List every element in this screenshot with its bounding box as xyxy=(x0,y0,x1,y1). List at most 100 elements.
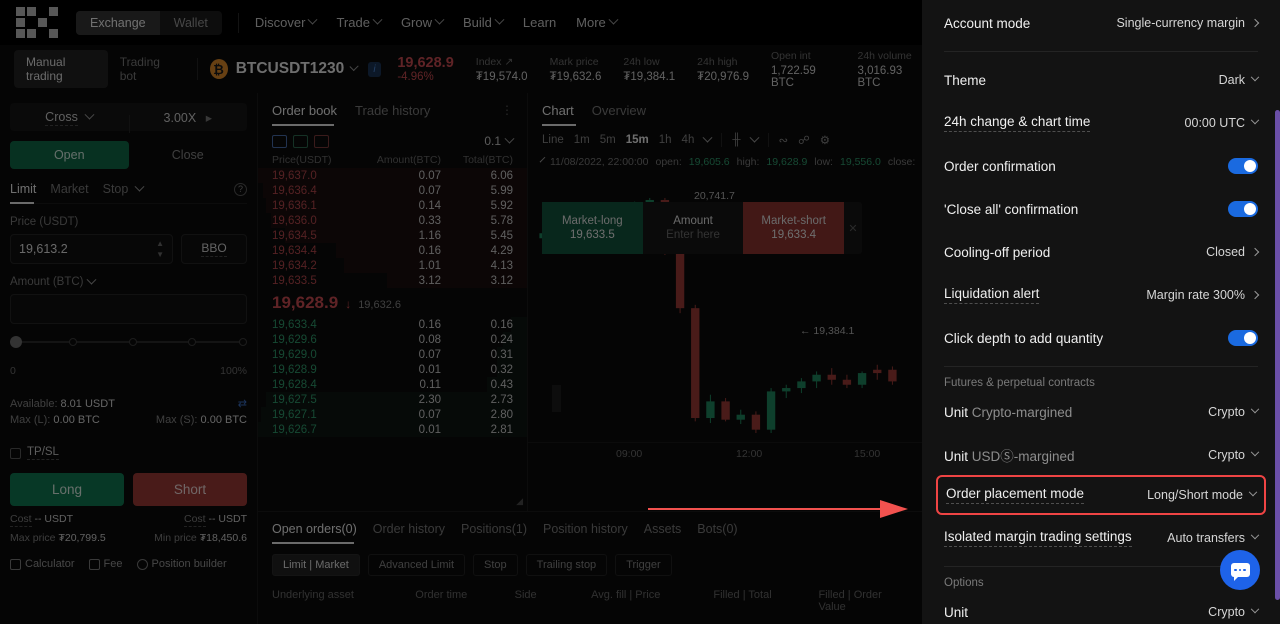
order-book-row[interactable]: 19,627.5 2.30 2.73 xyxy=(258,392,527,407)
panel-menu-icon[interactable]: ⋮ xyxy=(501,103,513,126)
settings-control[interactable]: Closed xyxy=(1206,245,1260,259)
transfer-icon[interactable]: ⇄ xyxy=(238,397,247,410)
nav-item-build[interactable]: Build xyxy=(463,14,505,30)
order-book-row[interactable]: 19,627.1 0.07 2.80 xyxy=(258,407,527,422)
settings-control[interactable] xyxy=(1228,330,1258,346)
tab-overview[interactable]: Overview xyxy=(592,103,646,126)
okx-logo-icon[interactable] xyxy=(16,7,58,38)
market-long-button[interactable]: Market-long 19,633.5 xyxy=(542,202,643,254)
tpsl-checkbox[interactable] xyxy=(10,447,21,459)
exchange-wallet-switch[interactable]: Exchange Wallet xyxy=(76,10,222,35)
candlestick-plot[interactable]: 20,741.7 ← 19,384.1 Market-long 19,633.5… xyxy=(528,172,922,464)
settings-row-order-placement-mode[interactable]: Order placement mode Long/Short mode xyxy=(936,475,1266,515)
settings-control[interactable]: Long/Short mode xyxy=(1147,487,1258,502)
chevron-down-icon[interactable] xyxy=(702,132,713,143)
book-view-asks-icon[interactable] xyxy=(314,134,329,148)
nav-item-discover[interactable]: Discover xyxy=(255,14,318,30)
tab-position-history[interactable]: Position history xyxy=(543,522,628,544)
order-book-row[interactable]: 19,634.2 1.01 4.13 xyxy=(258,258,527,273)
external-link-icon[interactable]: ↗ xyxy=(504,56,513,68)
filter-trailing-stop[interactable]: Trailing stop xyxy=(525,554,608,576)
settings-control[interactable]: Auto transfers xyxy=(1167,530,1260,545)
trading-bot-tab[interactable]: Trading bot xyxy=(108,50,185,88)
manual-trading-tab[interactable]: Manual trading xyxy=(14,50,108,88)
order-book-row[interactable]: 19,636.1 0.14 5.92 xyxy=(258,198,527,213)
order-book-row[interactable]: 19,629.0 0.07 0.31 xyxy=(258,347,527,362)
settings-row-account-mode[interactable]: Account mode Single-currency margin xyxy=(944,3,1260,43)
settings-row-theme[interactable]: Theme Dark xyxy=(944,60,1260,100)
gear-icon[interactable]: ⚙ xyxy=(820,133,830,147)
close-tab[interactable]: Close xyxy=(129,141,248,169)
settings-control[interactable]: Crypto xyxy=(1208,447,1260,462)
order-book-row[interactable]: 19,633.5 3.12 3.12 xyxy=(258,273,527,288)
short-button[interactable]: Short xyxy=(133,473,247,506)
close-icon[interactable]: ✕ xyxy=(844,202,862,254)
tpsl-checkbox-row[interactable]: TP/SL xyxy=(10,446,247,460)
market-short-button[interactable]: Market-short 19,633.4 xyxy=(743,202,845,254)
wallet-tab[interactable]: Wallet xyxy=(160,11,222,35)
settings-control[interactable]: Crypto xyxy=(1208,404,1260,419)
tf-4h[interactable]: 4h xyxy=(682,134,695,146)
tab-bots[interactable]: Bots(0) xyxy=(697,522,737,544)
leverage-selector[interactable]: 3.00X ▸ xyxy=(129,110,248,125)
settings-row-close-all-confirmation[interactable]: 'Close all' confirmation xyxy=(944,189,1258,229)
tab-order-history[interactable]: Order history xyxy=(373,522,445,544)
position-builder-tool[interactable]: Position builder xyxy=(136,558,227,570)
instrument-pair-label[interactable]: BTCUSDT1230 xyxy=(236,60,345,78)
tab-trade-history[interactable]: Trade history xyxy=(355,103,430,126)
settings-control[interactable]: 00:00 UTC xyxy=(1185,115,1260,130)
long-button[interactable]: Long xyxy=(10,473,124,506)
tab-chart[interactable]: Chart xyxy=(542,103,574,126)
tab-positions[interactable]: Positions(1) xyxy=(461,522,527,544)
grouping-selector[interactable]: 0.1 xyxy=(484,133,515,148)
amount-input[interactable] xyxy=(10,294,247,324)
order-book-row[interactable]: 19,628.9 0.01 0.32 xyxy=(258,362,527,377)
order-type-stop[interactable]: Stop xyxy=(103,181,145,196)
order-type-limit[interactable]: Limit xyxy=(10,182,36,196)
filter-advanced-limit[interactable]: Advanced Limit xyxy=(367,554,466,576)
settings-control[interactable] xyxy=(1228,201,1258,217)
tf-1m[interactable]: 1m xyxy=(574,134,590,146)
settings-row-click-depth-to-add-quantity[interactable]: Click depth to add quantity xyxy=(944,318,1258,358)
nav-item-more[interactable]: More xyxy=(576,14,619,30)
tf-line[interactable]: Line xyxy=(542,134,564,146)
fee-tool[interactable]: Fee xyxy=(88,558,123,570)
order-book-row[interactable]: 19,636.0 0.33 5.78 xyxy=(258,213,527,228)
order-book-row[interactable]: 19,636.4 0.07 5.99 xyxy=(258,183,527,198)
order-book-row[interactable]: 19,637.0 0.07 6.06 xyxy=(258,168,527,183)
book-view-bids-icon[interactable] xyxy=(293,134,308,148)
settings-control[interactable]: Margin rate 300% xyxy=(1146,288,1260,302)
settings-scrollbar[interactable] xyxy=(1275,110,1280,600)
toggle-switch[interactable] xyxy=(1228,330,1258,346)
settings-row-unit[interactable]: Unit USDⓈ-margined Crypto xyxy=(944,435,1260,475)
nav-item-trade[interactable]: Trade xyxy=(336,14,383,30)
indicator-wave-icon[interactable]: ∾ xyxy=(779,133,789,147)
help-icon[interactable]: ? xyxy=(234,182,247,196)
settings-control[interactable] xyxy=(1228,158,1258,174)
settings-row-order-confirmation[interactable]: Order confirmation xyxy=(944,146,1258,186)
chevron-down-icon[interactable] xyxy=(749,132,759,143)
tab-order-book[interactable]: Order book xyxy=(272,103,337,126)
stepper-icon[interactable]: ▲ ▼ xyxy=(156,239,164,259)
order-book-row[interactable]: 19,629.6 0.08 0.24 xyxy=(258,332,527,347)
open-tab[interactable]: Open xyxy=(10,141,129,169)
toggle-switch[interactable] xyxy=(1228,158,1258,174)
layers-icon[interactable]: ☍ xyxy=(798,133,810,147)
settings-row-unit[interactable]: Unit Crypto xyxy=(944,592,1260,624)
chevron-down-icon[interactable] xyxy=(539,156,546,162)
order-type-market[interactable]: Market xyxy=(50,182,88,196)
tf-1h[interactable]: 1h xyxy=(659,134,672,146)
market-amount-input[interactable]: Amount Enter here xyxy=(643,202,744,254)
chevron-down-icon[interactable] xyxy=(86,274,96,285)
settings-row-isolated-margin-trading-settings[interactable]: Isolated margin trading settings Auto tra… xyxy=(944,518,1260,558)
settings-row-cooling-off-period[interactable]: Cooling-off period Closed xyxy=(944,232,1260,272)
trading-mode-switch[interactable]: Manual trading Trading bot xyxy=(14,50,185,88)
price-input[interactable]: 19,613.2 ▲ ▼ xyxy=(10,234,173,264)
settings-control[interactable]: Crypto xyxy=(1208,604,1260,619)
book-view-both-icon[interactable] xyxy=(272,134,287,148)
settings-row-liquidation-alert[interactable]: Liquidation alert Margin rate 300% xyxy=(944,275,1260,315)
tab-assets[interactable]: Assets xyxy=(644,522,682,544)
margin-mode-selector[interactable]: Cross xyxy=(10,109,129,133)
bbo-button[interactable]: BBO xyxy=(181,234,247,264)
tab-open-orders[interactable]: Open orders(0) xyxy=(272,522,357,544)
